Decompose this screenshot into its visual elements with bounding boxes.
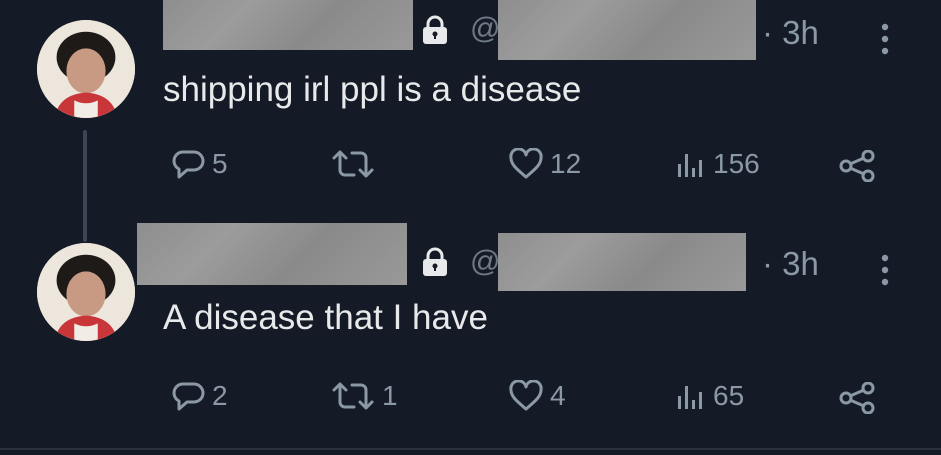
handle-at: @ — [470, 245, 501, 278]
timestamp[interactable]: · 3h — [762, 14, 819, 52]
view-count: 156 — [713, 148, 760, 179]
reply-count: 2 — [212, 380, 228, 411]
like-button[interactable]: 4 — [508, 380, 566, 412]
redacted-display-name — [163, 0, 413, 50]
avatar-image — [37, 20, 135, 118]
tweet-text: shipping irl ppl is a disease — [163, 70, 582, 109]
handle-at: @ — [470, 12, 501, 45]
views-icon — [678, 386, 702, 409]
retweet-button[interactable]: 1 — [330, 380, 398, 412]
like-icon — [509, 148, 543, 179]
tweet-text: A disease that I have — [163, 298, 488, 337]
redacted-handle — [498, 0, 756, 60]
retweet-icon — [332, 150, 374, 178]
retweet-button[interactable] — [330, 148, 382, 180]
like-count: 12 — [550, 148, 582, 179]
redacted-display-name — [137, 223, 407, 285]
reply-button[interactable]: 5 — [172, 148, 228, 180]
tweet-1[interactable]: @ · 3h shipping irl ppl is a disease 5 1… — [0, 0, 941, 210]
share-icon[interactable] — [838, 382, 876, 414]
reply-icon — [172, 382, 205, 411]
share-icon[interactable] — [838, 150, 876, 182]
reply-icon — [172, 150, 205, 179]
views-icon — [678, 154, 702, 177]
avatar[interactable] — [37, 20, 135, 118]
reply-count: 5 — [212, 148, 228, 179]
lock-icon — [423, 15, 447, 44]
views-button[interactable]: 156 — [675, 148, 760, 180]
view-count: 65 — [713, 380, 745, 411]
reply-button[interactable]: 2 — [172, 380, 228, 412]
timestamp[interactable]: · 3h — [762, 245, 819, 283]
retweet-count: 1 — [382, 380, 398, 411]
divider — [0, 448, 941, 450]
tweet-2[interactable]: @ · 3h A disease that I have 2 1 4 65 — [0, 215, 941, 450]
like-button[interactable]: 12 — [508, 148, 581, 180]
retweet-icon — [332, 382, 374, 410]
lock-icon — [423, 247, 447, 276]
more-icon[interactable] — [880, 22, 890, 56]
views-button[interactable]: 65 — [675, 380, 744, 412]
redacted-handle — [498, 233, 746, 291]
avatar[interactable] — [37, 243, 135, 341]
avatar-image — [37, 243, 135, 341]
like-icon — [509, 380, 543, 411]
more-icon[interactable] — [880, 253, 890, 287]
like-count: 4 — [550, 380, 566, 411]
